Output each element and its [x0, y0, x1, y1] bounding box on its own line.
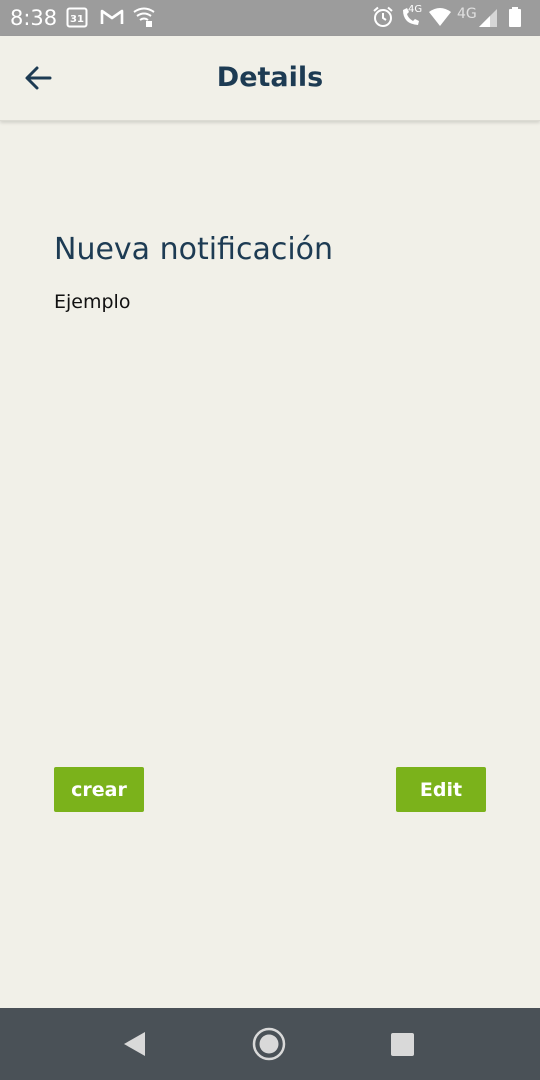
notification-title: Nueva notificación	[54, 232, 334, 267]
calendar-icon: 31	[66, 6, 88, 30]
nav-back-button[interactable]	[116, 1026, 152, 1062]
system-nav-bar	[0, 1008, 540, 1080]
network-type-label: 4G	[457, 6, 477, 22]
create-button[interactable]: crear	[54, 767, 144, 812]
nav-home-button[interactable]	[251, 1026, 287, 1062]
wifi-calling-icon	[132, 6, 156, 30]
app-bar: Details	[0, 36, 540, 121]
nav-home-icon	[251, 1026, 287, 1062]
calendar-day: 31	[70, 14, 84, 25]
nav-recents-icon	[384, 1026, 420, 1062]
alarm-icon	[372, 6, 394, 30]
gmail-icon	[100, 6, 124, 30]
battery-icon	[508, 6, 522, 30]
nav-recents-button[interactable]	[384, 1026, 420, 1062]
wifi-icon	[428, 6, 452, 30]
nav-back-icon	[116, 1026, 152, 1062]
volte-label: 4G	[408, 4, 423, 15]
status-bar: 8:38 31 4G 4G	[0, 0, 540, 36]
status-time: 8:38	[10, 6, 58, 30]
signal-icon	[478, 6, 498, 30]
page-title: Details	[216, 62, 324, 93]
edit-button[interactable]: Edit	[396, 767, 486, 812]
notification-body: Ejemplo	[54, 291, 131, 313]
